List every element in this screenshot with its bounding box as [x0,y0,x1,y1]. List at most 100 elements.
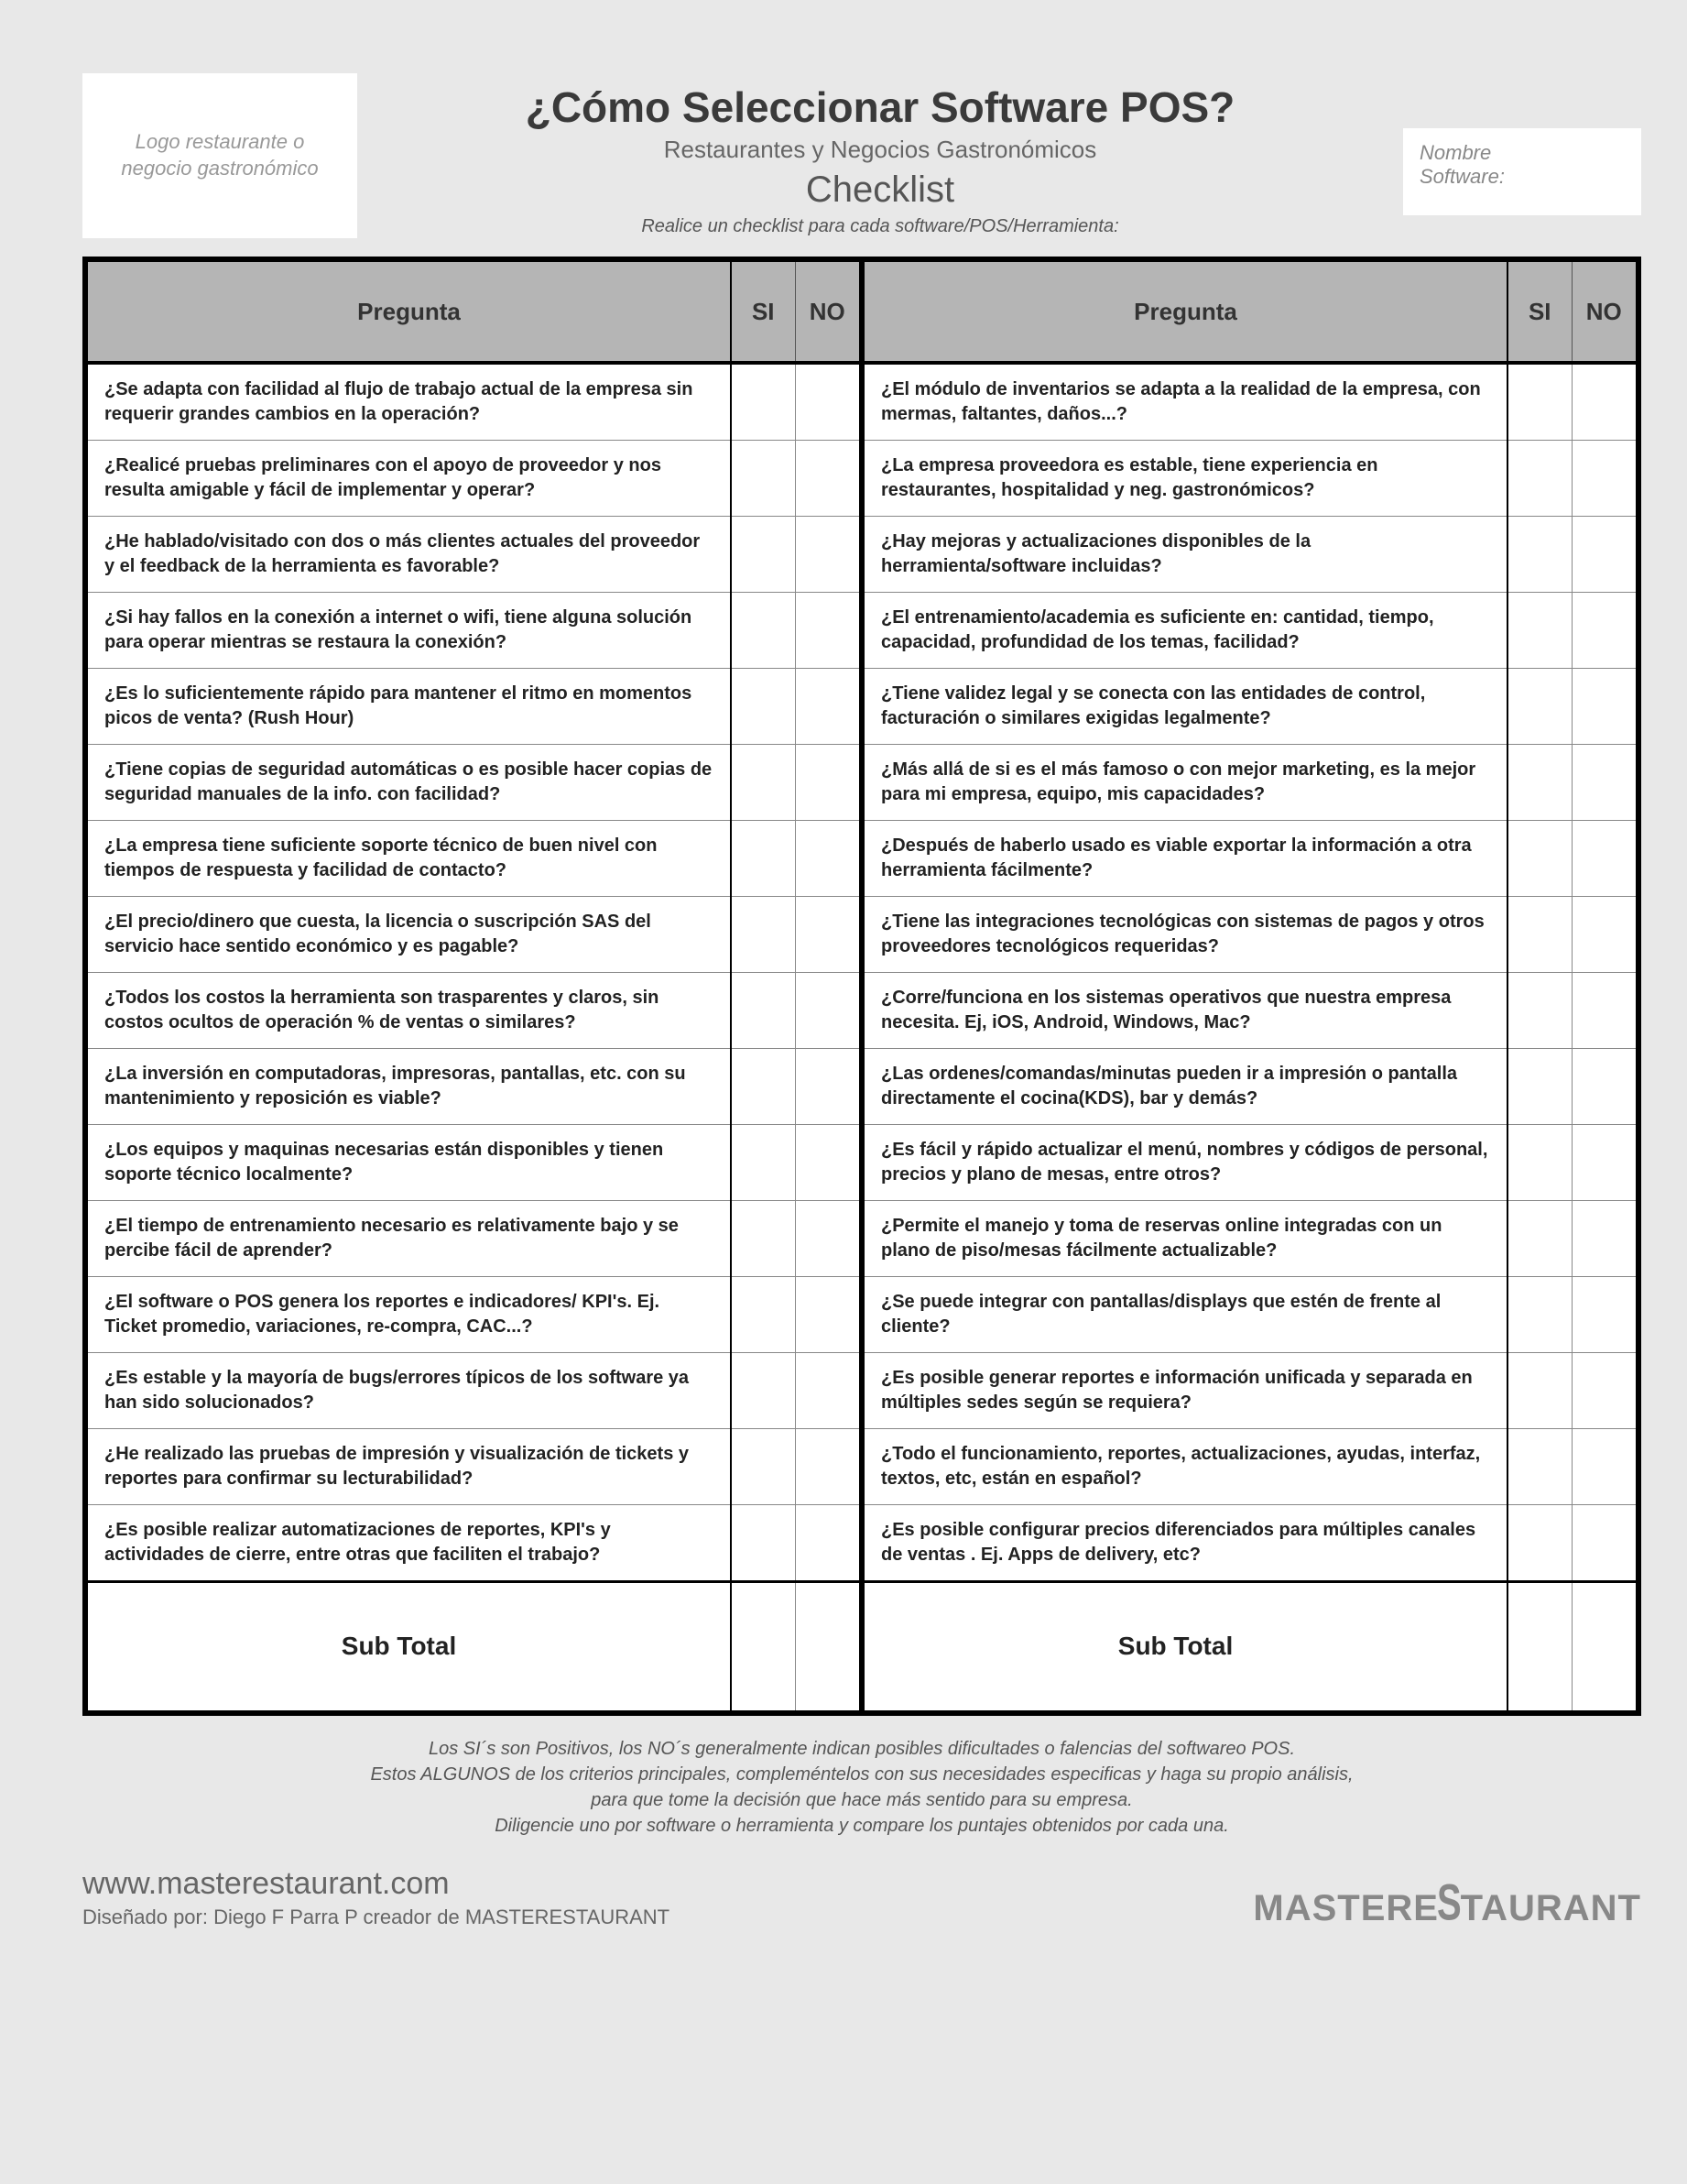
si-cell[interactable] [731,1201,795,1277]
col-header-si: SI [1507,262,1572,363]
page-subtitle-3: Realice un checklist para cada software/… [385,216,1376,237]
subtotal-si[interactable] [1507,1582,1572,1710]
no-cell[interactable] [1572,1505,1636,1582]
si-cell[interactable] [731,1429,795,1505]
question-cell: ¿Es posible realizar automatizaciones de… [88,1505,731,1582]
no-cell[interactable] [1572,1277,1636,1353]
no-cell[interactable] [1572,821,1636,897]
no-cell[interactable] [1572,973,1636,1049]
page-subtitle-2: Checklist [385,169,1376,211]
no-cell[interactable] [1572,1201,1636,1277]
subtotal-no[interactable] [1572,1582,1636,1710]
si-cell[interactable] [731,363,795,441]
si-cell[interactable] [1507,1505,1572,1582]
no-cell[interactable] [795,821,859,897]
logo-placeholder: Logo restaurante o negocio gastronómico [82,73,357,238]
si-cell[interactable] [731,973,795,1049]
si-cell[interactable] [731,897,795,973]
si-cell[interactable] [1507,593,1572,669]
si-cell[interactable] [1507,821,1572,897]
si-cell[interactable] [731,441,795,517]
subtotal-si[interactable] [731,1582,795,1710]
si-cell[interactable] [1507,1049,1572,1125]
name-label-1: Nombre [1420,141,1625,165]
subtotal-no[interactable] [795,1582,859,1710]
si-cell[interactable] [731,1125,795,1201]
si-cell[interactable] [1507,1353,1572,1429]
no-cell[interactable] [795,1505,859,1582]
no-cell[interactable] [1572,669,1636,745]
question-cell: ¿La empresa tiene suficiente soporte téc… [88,821,731,897]
no-cell[interactable] [795,441,859,517]
si-cell[interactable] [1507,1277,1572,1353]
question-cell: ¿Tiene copias de seguridad automáticas o… [88,745,731,821]
si-cell[interactable] [1507,745,1572,821]
no-cell[interactable] [795,1353,859,1429]
no-cell[interactable] [795,517,859,593]
no-cell[interactable] [795,1277,859,1353]
si-cell[interactable] [1507,363,1572,441]
no-cell[interactable] [1572,1429,1636,1505]
no-cell[interactable] [795,1201,859,1277]
col-header-question: Pregunta [865,262,1507,363]
question-cell: ¿Corre/funciona en los sistemas operativ… [865,973,1507,1049]
no-cell[interactable] [1572,1353,1636,1429]
no-cell[interactable] [1572,441,1636,517]
no-cell[interactable] [795,897,859,973]
si-cell[interactable] [1507,517,1572,593]
table-row: ¿Es posible configurar precios diferenci… [865,1505,1636,1582]
table-row: ¿El software o POS genera los reportes e… [88,1277,859,1353]
no-cell[interactable] [1572,1049,1636,1125]
si-cell[interactable] [1507,1429,1572,1505]
no-cell[interactable] [1572,1125,1636,1201]
si-cell[interactable] [1507,973,1572,1049]
no-cell[interactable] [1572,517,1636,593]
si-cell[interactable] [731,745,795,821]
si-cell[interactable] [731,1277,795,1353]
si-cell[interactable] [1507,669,1572,745]
si-cell[interactable] [1507,441,1572,517]
no-cell[interactable] [795,745,859,821]
si-cell[interactable] [731,517,795,593]
si-cell[interactable] [1507,1201,1572,1277]
no-cell[interactable] [795,1125,859,1201]
no-cell[interactable] [1572,363,1636,441]
si-cell[interactable] [731,593,795,669]
no-cell[interactable] [795,593,859,669]
brand-text-s: S [1437,1874,1463,1932]
no-cell[interactable] [795,363,859,441]
no-cell[interactable] [1572,897,1636,973]
question-cell: ¿El módulo de inventarios se adapta a la… [865,363,1507,441]
question-cell: ¿El entrenamiento/academia es suficiente… [865,593,1507,669]
table-row: ¿Tiene validez legal y se conecta con la… [865,669,1636,745]
table-row: ¿Los equipos y maquinas necesarias están… [88,1125,859,1201]
table-row: ¿Es estable y la mayoría de bugs/errores… [88,1353,859,1429]
si-cell[interactable] [731,821,795,897]
si-cell[interactable] [731,1049,795,1125]
question-cell: ¿Más allá de si es el más famoso o con m… [865,745,1507,821]
table-row: ¿Tiene las integraciones tecnológicas co… [865,897,1636,973]
table-row: ¿Tiene copias de seguridad automáticas o… [88,745,859,821]
footnote-line: para que tome la decisión que hace más s… [82,1787,1641,1813]
table-row: ¿El módulo de inventarios se adapta a la… [865,363,1636,441]
no-cell[interactable] [1572,745,1636,821]
table-row: ¿La empresa tiene suficiente soporte téc… [88,821,859,897]
no-cell[interactable] [795,1049,859,1125]
no-cell[interactable] [795,973,859,1049]
footer-credit: Diseñado por: Diego F Parra P creador de… [82,1906,669,1929]
no-cell[interactable] [1572,593,1636,669]
subtotal-label: Sub Total [88,1582,731,1710]
logo-placeholder-text: Logo restaurante o negocio gastronómico [101,129,339,181]
si-cell[interactable] [1507,897,1572,973]
si-cell[interactable] [731,1353,795,1429]
table-row: ¿Después de haberlo usado es viable expo… [865,821,1636,897]
si-cell[interactable] [731,1505,795,1582]
no-cell[interactable] [795,1429,859,1505]
checklist-right-column: Pregunta SI NO ¿El módulo de inventarios… [859,262,1636,1710]
no-cell[interactable] [795,669,859,745]
si-cell[interactable] [731,669,795,745]
question-cell: ¿Es estable y la mayoría de bugs/errores… [88,1353,731,1429]
si-cell[interactable] [1507,1125,1572,1201]
software-name-box[interactable]: Nombre Software: [1403,128,1641,215]
table-row: ¿Si hay fallos en la conexión a internet… [88,593,859,669]
